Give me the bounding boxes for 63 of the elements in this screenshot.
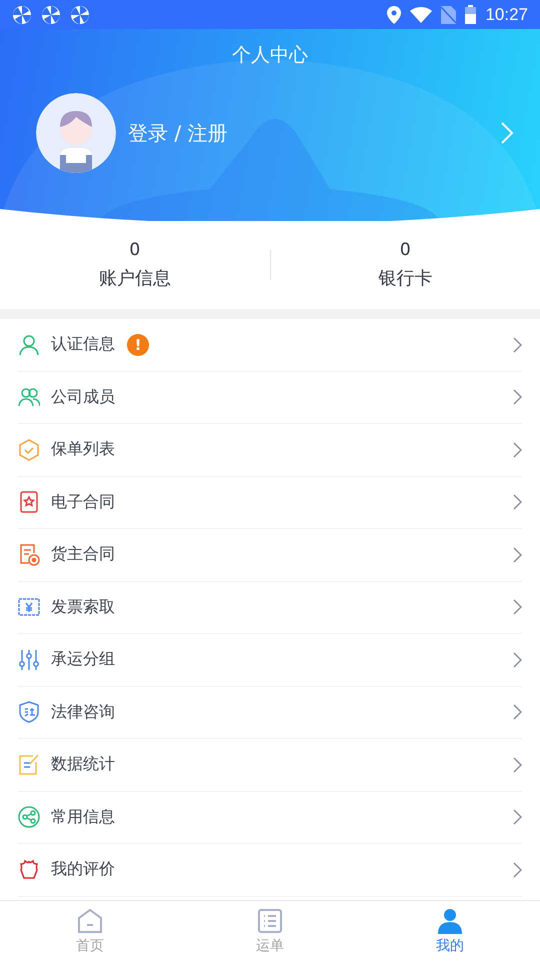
chevron-right-icon <box>513 652 522 668</box>
menu-label: 数据统计 <box>51 754 115 776</box>
chevron-right-icon <box>513 704 522 720</box>
invoice-icon <box>18 596 40 618</box>
chevron-right-icon <box>513 599 522 616</box>
note-icon <box>18 754 40 776</box>
menu-label: 发票索取 <box>51 596 115 618</box>
person-icon <box>437 908 463 934</box>
tab-item[interactable]: 我的 <box>360 901 540 961</box>
menu-label: 常用信息 <box>51 806 115 828</box>
battery-icon <box>465 5 476 24</box>
menu-label: 认证信息 <box>51 334 115 356</box>
menu-label: 电子合同 <box>51 492 115 513</box>
people-icon <box>18 386 40 408</box>
chevron-right-icon <box>513 546 522 563</box>
stat-label[interactable]: 账户信息 <box>98 266 171 290</box>
doc-badge-icon <box>18 544 40 566</box>
person-icon <box>18 334 40 356</box>
chevron-right-icon <box>513 336 522 353</box>
menu-label: 承运分组 <box>51 649 115 670</box>
app-notification-icon <box>41 4 61 24</box>
stat-label[interactable]: 银行卡 <box>378 266 432 290</box>
menu-item[interactable]: 货主合同 <box>18 529 522 582</box>
menu-item[interactable]: 我的评价 <box>18 844 522 896</box>
list-icon <box>257 908 283 934</box>
alert-badge: ! <box>127 334 149 356</box>
menu-label: 法律咨询 <box>51 702 115 723</box>
contract-icon <box>18 491 40 514</box>
shield-check-icon <box>18 438 40 461</box>
menu-item[interactable]: 承运分组 <box>18 634 522 686</box>
location-icon <box>387 6 402 24</box>
wifi-icon <box>410 6 432 23</box>
menu-item[interactable]: 保单列表 <box>18 424 522 476</box>
share-icon <box>18 806 40 828</box>
menu-label: 我的评价 <box>51 859 115 880</box>
avatar-icon[interactable] <box>36 93 116 173</box>
menu-label: 公司成员 <box>51 386 115 408</box>
stat-value: 0 <box>129 240 140 260</box>
flower-icon <box>18 858 40 881</box>
menu-item[interactable]: 认证信息 ! <box>18 319 522 372</box>
chevron-right-icon <box>513 442 522 458</box>
sliders-icon <box>18 648 40 671</box>
menu-item[interactable]: 电子合同 <box>18 476 522 529</box>
menu-label: 货主合同 <box>51 544 115 566</box>
chevron-right-icon <box>513 756 522 773</box>
stat-value: 0 <box>400 240 411 260</box>
chevron-right-icon <box>513 389 522 406</box>
app-notification-icon <box>70 4 90 24</box>
chevron-right-icon <box>513 494 522 510</box>
status-time: 10:27 <box>485 4 528 24</box>
chevron-right-icon <box>513 809 522 826</box>
menu-label: 保单列表 <box>51 439 115 460</box>
menu-item[interactable]: 发票索取 <box>18 582 522 634</box>
home-icon <box>77 908 103 934</box>
menu-item[interactable]: 法律咨询 <box>18 686 522 739</box>
page-title: 个人中心 <box>232 43 308 68</box>
law-icon <box>18 701 40 724</box>
menu-item[interactable]: 公司成员 <box>18 372 522 424</box>
no-sim-icon <box>441 6 456 24</box>
menu-item[interactable]: 常用信息 <box>18 792 522 844</box>
menu-item[interactable]: 数据统计 <box>18 739 522 792</box>
app-notification-icon <box>12 4 32 24</box>
chevron-right-icon <box>513 862 522 878</box>
